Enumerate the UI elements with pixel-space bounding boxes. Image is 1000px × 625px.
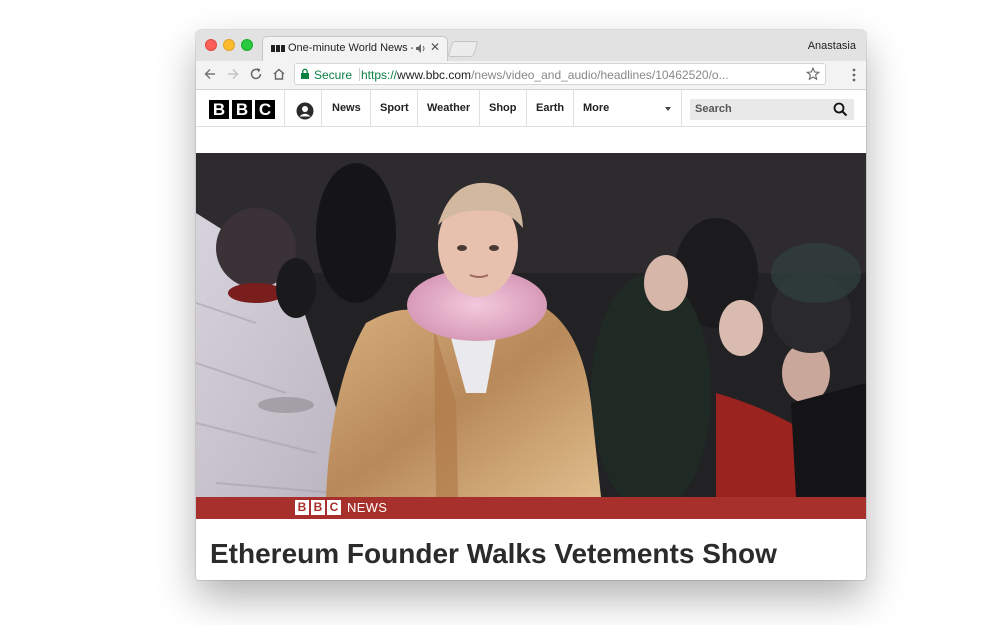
bbc-logo-letter: C bbox=[255, 100, 275, 119]
browser-window: One-minute World News - BBC News ✕ Anast… bbox=[196, 30, 866, 580]
browser-menu-icon[interactable] bbox=[852, 68, 856, 82]
video-frame-image bbox=[196, 153, 866, 519]
omnibox-divider bbox=[359, 68, 360, 81]
url-host: www.bbc.com bbox=[397, 68, 472, 82]
nav-link-more[interactable]: More bbox=[583, 102, 609, 114]
profile-name[interactable]: Anastasia bbox=[808, 40, 856, 52]
bbc-logo[interactable]: B B C bbox=[209, 100, 275, 119]
nav-divider bbox=[284, 90, 285, 126]
search-icon[interactable] bbox=[833, 102, 848, 117]
tab-close-icon[interactable]: ✕ bbox=[430, 40, 440, 54]
audio-playing-icon[interactable] bbox=[416, 43, 426, 54]
search-placeholder: Search bbox=[695, 103, 732, 115]
address-bar[interactable]: Secure https://www.bbc.com/news/video_an… bbox=[294, 63, 826, 85]
nav-link-shop[interactable]: Shop bbox=[489, 102, 517, 114]
bbc-news-banner-logo: B B C bbox=[295, 500, 341, 515]
nav-divider bbox=[417, 90, 418, 126]
video-headline: Ethereum Founder Walks Vetements Show bbox=[210, 538, 777, 569]
bbc-logo-letter: B bbox=[232, 100, 252, 119]
nav-divider bbox=[681, 90, 682, 126]
banner-logo-letter: C bbox=[327, 500, 341, 515]
bbc-logo-letter: B bbox=[209, 100, 229, 119]
url-text[interactable]: https://www.bbc.com/news/video_and_audio… bbox=[361, 68, 801, 82]
bbc-navigation-bar: B B C News Sport Weather Shop Earth More… bbox=[196, 90, 866, 127]
url-path: /news/video_and_audio/headlines/10462520… bbox=[471, 68, 729, 82]
banner-news-text: NEWS bbox=[347, 500, 388, 515]
banner-logo-letter: B bbox=[311, 500, 325, 515]
reload-icon[interactable] bbox=[249, 67, 263, 81]
tab-strip: One-minute World News - BBC News ✕ Anast… bbox=[196, 30, 866, 61]
video-player[interactable]: B B C NEWS bbox=[196, 153, 866, 519]
search-input[interactable]: Search bbox=[690, 99, 854, 120]
lock-icon bbox=[301, 68, 309, 79]
bbc-favicon-icon bbox=[271, 45, 285, 52]
forward-arrow-icon[interactable] bbox=[226, 67, 240, 81]
browser-toolbar: Secure https://www.bbc.com/news/video_an… bbox=[196, 61, 866, 90]
more-dropdown-caret-icon[interactable] bbox=[665, 107, 671, 111]
back-arrow-icon[interactable] bbox=[203, 67, 217, 81]
nav-divider bbox=[479, 90, 480, 126]
secure-label: Secure bbox=[314, 68, 353, 82]
bookmark-star-icon[interactable] bbox=[806, 67, 820, 81]
tab-title: One-minute World News - BBC News bbox=[288, 42, 413, 54]
account-icon[interactable] bbox=[296, 102, 314, 120]
nav-link-earth[interactable]: Earth bbox=[536, 102, 564, 114]
url-scheme: https:// bbox=[361, 68, 398, 82]
banner-logo-letter: B bbox=[295, 500, 309, 515]
new-tab-button[interactable] bbox=[447, 41, 479, 57]
browser-tab[interactable]: One-minute World News - BBC News ✕ bbox=[262, 36, 448, 61]
nav-divider bbox=[370, 90, 371, 126]
nav-link-news[interactable]: News bbox=[332, 102, 361, 114]
bbc-news-banner: B B C NEWS bbox=[196, 497, 866, 519]
nav-divider bbox=[573, 90, 574, 126]
nav-link-sport[interactable]: Sport bbox=[380, 102, 409, 114]
home-icon[interactable] bbox=[272, 67, 286, 81]
close-window-button[interactable] bbox=[205, 39, 217, 51]
zoom-window-button[interactable] bbox=[241, 39, 253, 51]
nav-link-weather[interactable]: Weather bbox=[427, 102, 470, 114]
nav-divider bbox=[321, 90, 322, 126]
nav-divider bbox=[526, 90, 527, 126]
minimize-window-button[interactable] bbox=[223, 39, 235, 51]
